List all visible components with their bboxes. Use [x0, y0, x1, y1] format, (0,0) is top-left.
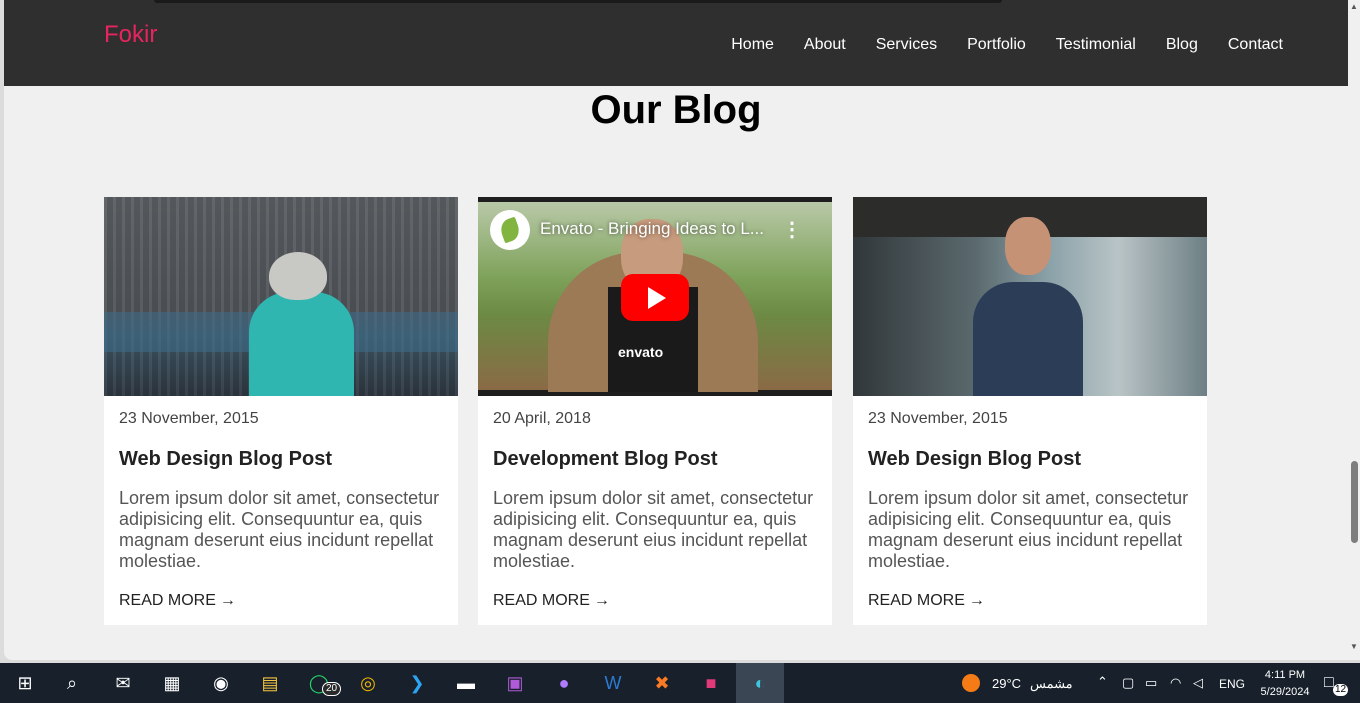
scroll-down-icon[interactable]: ▼ [1350, 642, 1358, 651]
weather-label[interactable]: مشمس [1030, 676, 1073, 692]
notification-count: 12 [1333, 684, 1349, 696]
main-nav: Home About Services Portfolio Testimonia… [716, 36, 1298, 54]
word-icon[interactable]: W [598, 668, 628, 698]
camera-icon[interactable]: ◉ [206, 668, 236, 698]
nav-contact[interactable]: Contact [1213, 36, 1298, 54]
nav-about[interactable]: About [789, 36, 861, 54]
post-excerpt: Lorem ipsum dolor sit amet, consectetur … [119, 488, 440, 571]
navbar: Fokir Home About Services Portfolio Test… [4, 0, 1348, 86]
taskbar: ⊞ ⌕ ✉ ▦ ◉ ▤ ◯ ◎ ❯ ▬ ▣ ● W ✖ ■ ◐ 29°C مشم… [0, 663, 1360, 703]
language-indicator[interactable]: ENG [1219, 677, 1245, 691]
nav-services[interactable]: Services [861, 36, 952, 54]
meet-now-icon[interactable]: ▢ [1122, 675, 1134, 691]
post-title: Web Design Blog Post [119, 448, 332, 470]
terminal-icon[interactable]: ▬ [451, 668, 481, 698]
file-explorer-icon[interactable]: ▤ [255, 668, 285, 698]
post-title: Development Blog Post [493, 448, 718, 470]
read-more-link[interactable]: READ MORE → [119, 592, 236, 610]
read-more-label: READ MORE [493, 592, 590, 609]
scroll-thumb[interactable] [1351, 461, 1358, 543]
blog-image [853, 197, 1207, 396]
github-icon[interactable]: ● [549, 668, 579, 698]
xampp-icon[interactable]: ✖ [647, 668, 677, 698]
nav-blog[interactable]: Blog [1151, 36, 1213, 54]
wifi-icon[interactable]: ◠ [1170, 675, 1181, 691]
weather-sun-icon[interactable] [962, 674, 980, 692]
volume-icon[interactable]: ◁ [1193, 675, 1203, 691]
section-title: Our Blog [590, 88, 762, 132]
mail-icon[interactable]: ✉ [108, 668, 138, 698]
arrow-right-icon: → [219, 592, 236, 609]
blog-card: 23 November, 2015 Web Design Blog Post L… [853, 197, 1207, 625]
read-more-link[interactable]: READ MORE → [493, 592, 610, 610]
video-brand-text: envato [618, 344, 664, 360]
blog-card: 23 November, 2015 Web Design Blog Post L… [104, 197, 458, 625]
vscode-icon[interactable]: ❯ [402, 668, 432, 698]
post-excerpt: Lorem ipsum dolor sit amet, consectetur … [868, 488, 1189, 571]
read-more-link[interactable]: READ MORE → [868, 592, 985, 610]
window-top-edge [154, 0, 1002, 3]
post-date: 23 November, 2015 [119, 410, 259, 427]
weather-temp[interactable]: 29°C [992, 676, 1021, 691]
store-icon[interactable]: ▦ [157, 668, 187, 698]
edge-icon[interactable]: ◐ [736, 663, 784, 703]
chevron-up-icon[interactable]: ⌃ [1097, 674, 1108, 690]
browser-viewport: Fokir Home About Services Portfolio Test… [4, 0, 1348, 660]
page-scrollbar[interactable]: ▲ ▼ [1348, 0, 1360, 660]
nav-testimonial[interactable]: Testimonial [1041, 36, 1151, 54]
play-button[interactable] [621, 274, 689, 321]
battery-icon[interactable]: ▭ [1145, 675, 1157, 691]
video-title[interactable]: Envato - Bringing Ideas to L... [540, 219, 764, 239]
play-icon [648, 286, 666, 309]
scroll-up-icon[interactable]: ▲ [1350, 2, 1358, 11]
search-icon[interactable]: ⌕ [57, 668, 87, 698]
blog-card: envato Envato - Bringing Ideas to L... ⋮… [478, 197, 832, 625]
intellij-icon[interactable]: ■ [696, 668, 726, 698]
pdf-icon[interactable]: ▣ [500, 668, 530, 698]
read-more-label: READ MORE [119, 592, 216, 609]
brand-logo[interactable]: Fokir [104, 21, 157, 49]
clock-time: 4:11 PM [1264, 669, 1306, 681]
clock-date: 5/29/2024 [1260, 686, 1310, 698]
nav-portfolio[interactable]: Portfolio [952, 36, 1041, 54]
post-excerpt: Lorem ipsum dolor sit amet, consectetur … [493, 488, 814, 571]
nav-home[interactable]: Home [716, 36, 789, 54]
more-options-icon[interactable]: ⋮ [782, 217, 802, 242]
blog-image [104, 197, 458, 396]
chrome-icon[interactable]: ◎ [353, 668, 383, 698]
post-date: 20 April, 2018 [493, 410, 591, 427]
post-title: Web Design Blog Post [868, 448, 1081, 470]
system-clock[interactable]: 4:11 PM 5/29/2024 [1250, 667, 1320, 701]
whatsapp-badge: 20 [322, 682, 342, 696]
video-embed[interactable]: envato Envato - Bringing Ideas to L... ⋮ [478, 197, 832, 396]
read-more-label: READ MORE [868, 592, 965, 609]
arrow-right-icon: → [593, 592, 610, 609]
windows-start-icon[interactable]: ⊞ [10, 668, 40, 698]
arrow-right-icon: → [968, 592, 985, 609]
post-date: 23 November, 2015 [868, 410, 1008, 427]
envato-channel-logo[interactable] [490, 210, 530, 250]
